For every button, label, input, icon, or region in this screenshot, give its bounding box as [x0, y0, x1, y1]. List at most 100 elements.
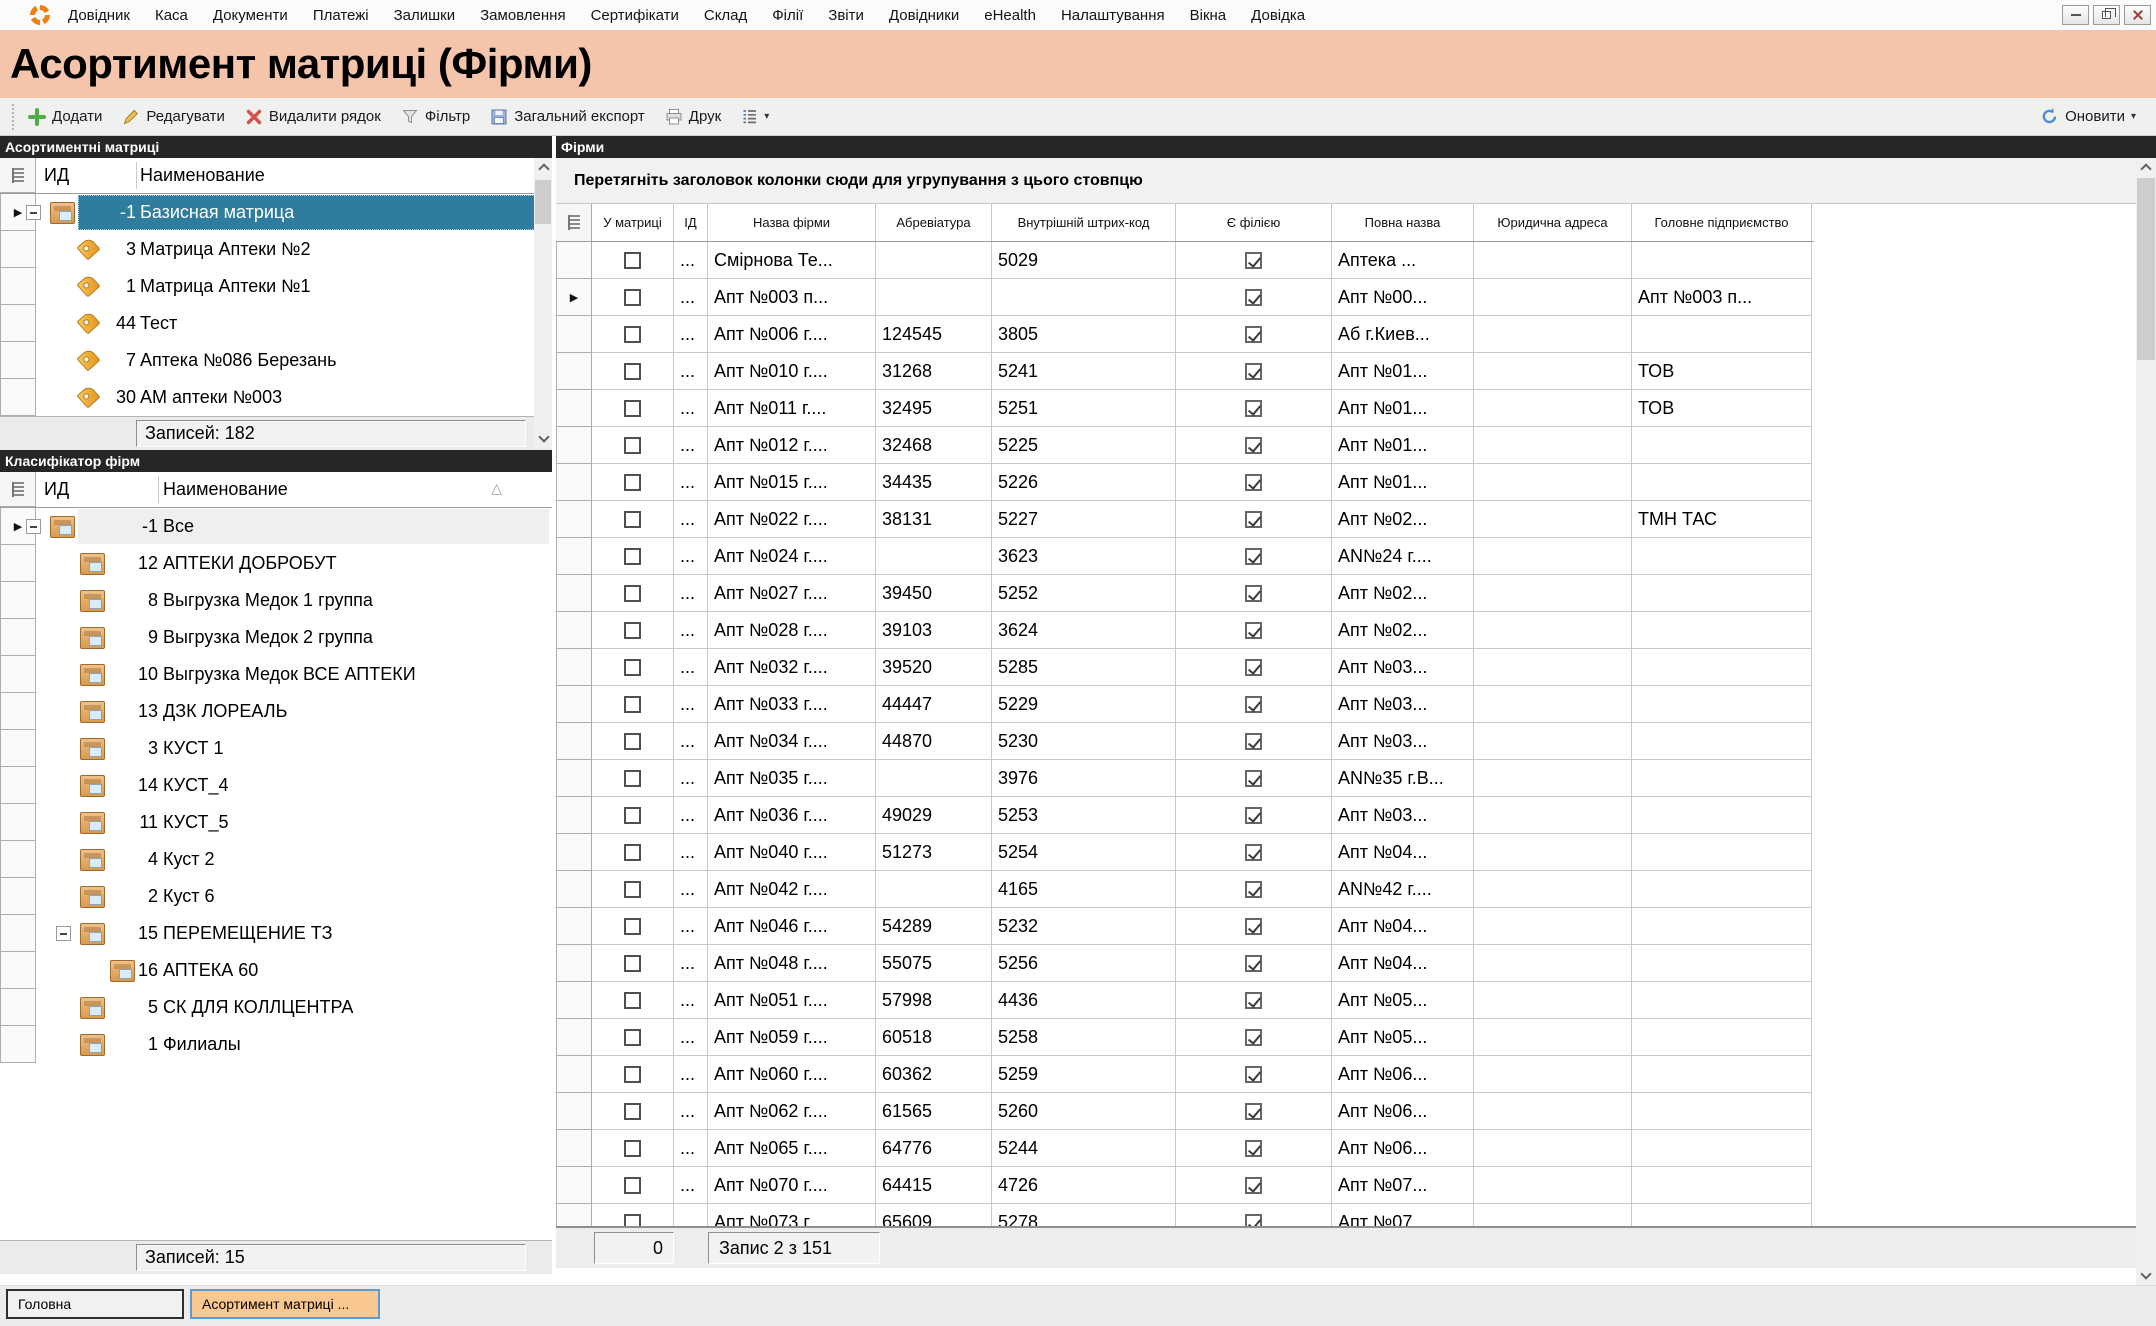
checkbox-icon[interactable] [1245, 1140, 1262, 1157]
is-branch-cell[interactable] [1176, 723, 1332, 760]
is-branch-cell[interactable] [1176, 279, 1332, 316]
firm-parent-cell[interactable] [1632, 760, 1812, 797]
is-branch-cell[interactable] [1176, 1167, 1332, 1204]
menu-item[interactable]: Звіти [828, 7, 864, 24]
firm-abbr-cell[interactable]: 44447 [876, 686, 992, 723]
checkbox-icon[interactable] [624, 1103, 641, 1120]
is-branch-cell[interactable] [1176, 353, 1332, 390]
firm-fullname-cell[interactable]: Апт №07... [1332, 1167, 1474, 1204]
firm-name-cell[interactable]: Смірнова Те... [708, 242, 876, 279]
restore-button[interactable] [2093, 5, 2120, 25]
firms-column-header[interactable]: Юридична адреса [1474, 204, 1632, 241]
scroll-down-icon[interactable] [538, 431, 549, 442]
tree-row[interactable]: 10Выгрузка Медок ВСЕ АПТЕКИ [0, 656, 552, 693]
firm-name-cell[interactable]: Апт №022 г.... [708, 501, 876, 538]
firm-fullname-cell[interactable]: Апт №07... [1332, 1204, 1474, 1226]
checkbox-icon[interactable] [624, 918, 641, 935]
is-branch-cell[interactable] [1176, 612, 1332, 649]
is-branch-cell[interactable] [1176, 945, 1332, 982]
tree-row[interactable]: 11КУСТ_5 [0, 804, 552, 841]
firm-parent-cell[interactable]: ТМН ТАС [1632, 501, 1812, 538]
table-row[interactable]: ...Апт №034 г....448705230Апт №03... [556, 723, 1814, 760]
is-branch-cell[interactable] [1176, 982, 1332, 1019]
firm-parent-cell[interactable] [1632, 686, 1812, 723]
is-branch-cell[interactable] [1176, 316, 1332, 353]
checkbox-icon[interactable] [624, 955, 641, 972]
firm-id-cell[interactable]: ... [674, 501, 708, 538]
menu-item[interactable]: Налаштування [1061, 7, 1165, 24]
matrices-scrollbar[interactable] [534, 158, 552, 448]
checkbox-icon[interactable] [624, 1140, 641, 1157]
firm-id-cell[interactable]: ... [674, 279, 708, 316]
tree-row[interactable]: 2Куст 6 [0, 878, 552, 915]
in-matrix-cell[interactable] [592, 797, 674, 834]
table-row[interactable]: ...Апт №062 г....615655260Апт №06... [556, 1093, 1814, 1130]
firms-column-header[interactable]: У матриці [592, 204, 674, 241]
in-matrix-cell[interactable] [592, 279, 674, 316]
firm-id-cell[interactable]: ... [674, 760, 708, 797]
firm-abbr-cell[interactable] [876, 279, 992, 316]
checkbox-icon[interactable] [1245, 585, 1262, 602]
tree-row[interactable]: 5СК ДЛЯ КОЛЛЦЕНТРА [0, 989, 552, 1026]
firm-id-cell[interactable]: ... [674, 427, 708, 464]
checkbox-icon[interactable] [624, 992, 641, 1009]
firms-column-header[interactable]: Внутрішній штрих-код [992, 204, 1176, 241]
firm-parent-cell[interactable] [1632, 427, 1812, 464]
firm-id-cell[interactable]: ... [674, 723, 708, 760]
in-matrix-cell[interactable] [592, 1019, 674, 1056]
firm-parent-cell[interactable] [1632, 908, 1812, 945]
checkbox-icon[interactable] [624, 585, 641, 602]
in-matrix-cell[interactable] [592, 723, 674, 760]
firm-barcode-cell[interactable]: 5251 [992, 390, 1176, 427]
menu-item[interactable]: Довідники [889, 7, 959, 24]
checkbox-icon[interactable] [1245, 326, 1262, 343]
menu-item[interactable]: Вікна [1190, 7, 1227, 24]
firm-barcode-cell[interactable]: 5232 [992, 908, 1176, 945]
is-branch-cell[interactable] [1176, 1130, 1332, 1167]
in-matrix-cell[interactable] [592, 353, 674, 390]
firm-id-cell[interactable]: ... [674, 390, 708, 427]
firm-parent-cell[interactable]: ТОВ [1632, 353, 1812, 390]
firm-fullname-cell[interactable]: Апт №01... [1332, 427, 1474, 464]
checkbox-icon[interactable] [1245, 400, 1262, 417]
table-row[interactable]: ...Апт №051 г....579984436Апт №05... [556, 982, 1814, 1019]
firm-id-cell[interactable]: ... [674, 982, 708, 1019]
tree-row[interactable]: 9Выгрузка Медок 2 группа [0, 619, 552, 656]
firms-column-header[interactable]: Головне підприємство [1632, 204, 1812, 241]
table-row[interactable]: ...Апт №042 г....4165АN№42 г.... [556, 871, 1814, 908]
checkbox-icon[interactable] [1245, 1103, 1262, 1120]
firm-fullname-cell[interactable]: АN№42 г.... [1332, 871, 1474, 908]
is-branch-cell[interactable] [1176, 242, 1332, 279]
firm-name-cell[interactable]: Апт №048 г.... [708, 945, 876, 982]
checkbox-icon[interactable] [624, 696, 641, 713]
firms-column-header[interactable]: Є філією [1176, 204, 1332, 241]
in-matrix-cell[interactable] [592, 982, 674, 1019]
firm-name-cell[interactable]: Апт №035 г.... [708, 760, 876, 797]
checkbox-icon[interactable] [624, 511, 641, 528]
add-button[interactable]: Додати [28, 108, 102, 126]
firm-abbr-cell[interactable]: 54289 [876, 908, 992, 945]
firm-abbr-cell[interactable]: 51273 [876, 834, 992, 871]
in-matrix-cell[interactable] [592, 760, 674, 797]
table-row[interactable]: ...Апт №040 г....512735254Апт №04... [556, 834, 1814, 871]
tree-row[interactable]: 3Матрица Аптеки №2 [0, 231, 552, 268]
firm-address-cell[interactable] [1474, 464, 1632, 501]
firm-barcode-cell[interactable]: 5227 [992, 501, 1176, 538]
in-matrix-cell[interactable] [592, 575, 674, 612]
checkbox-icon[interactable] [624, 1029, 641, 1046]
firm-name-cell[interactable]: Апт №028 г.... [708, 612, 876, 649]
firm-id-cell[interactable]: ... [674, 353, 708, 390]
checkbox-icon[interactable] [1245, 992, 1262, 1009]
in-matrix-cell[interactable] [592, 501, 674, 538]
firm-id-cell[interactable]: ... [674, 871, 708, 908]
firm-id-cell[interactable]: ... [674, 686, 708, 723]
firm-abbr-cell[interactable]: 55075 [876, 945, 992, 982]
column-header-id[interactable]: ИД [44, 158, 69, 193]
table-row[interactable]: ...Апт №046 г....542895232Апт №04... [556, 908, 1814, 945]
in-matrix-cell[interactable] [592, 908, 674, 945]
checkbox-icon[interactable] [1245, 252, 1262, 269]
firm-barcode-cell[interactable]: 5278 [992, 1204, 1176, 1226]
filter-button[interactable]: Фільтр [401, 108, 470, 126]
firms-column-header[interactable]: Назва фірми [708, 204, 876, 241]
grid-options-icon[interactable] [12, 168, 24, 183]
